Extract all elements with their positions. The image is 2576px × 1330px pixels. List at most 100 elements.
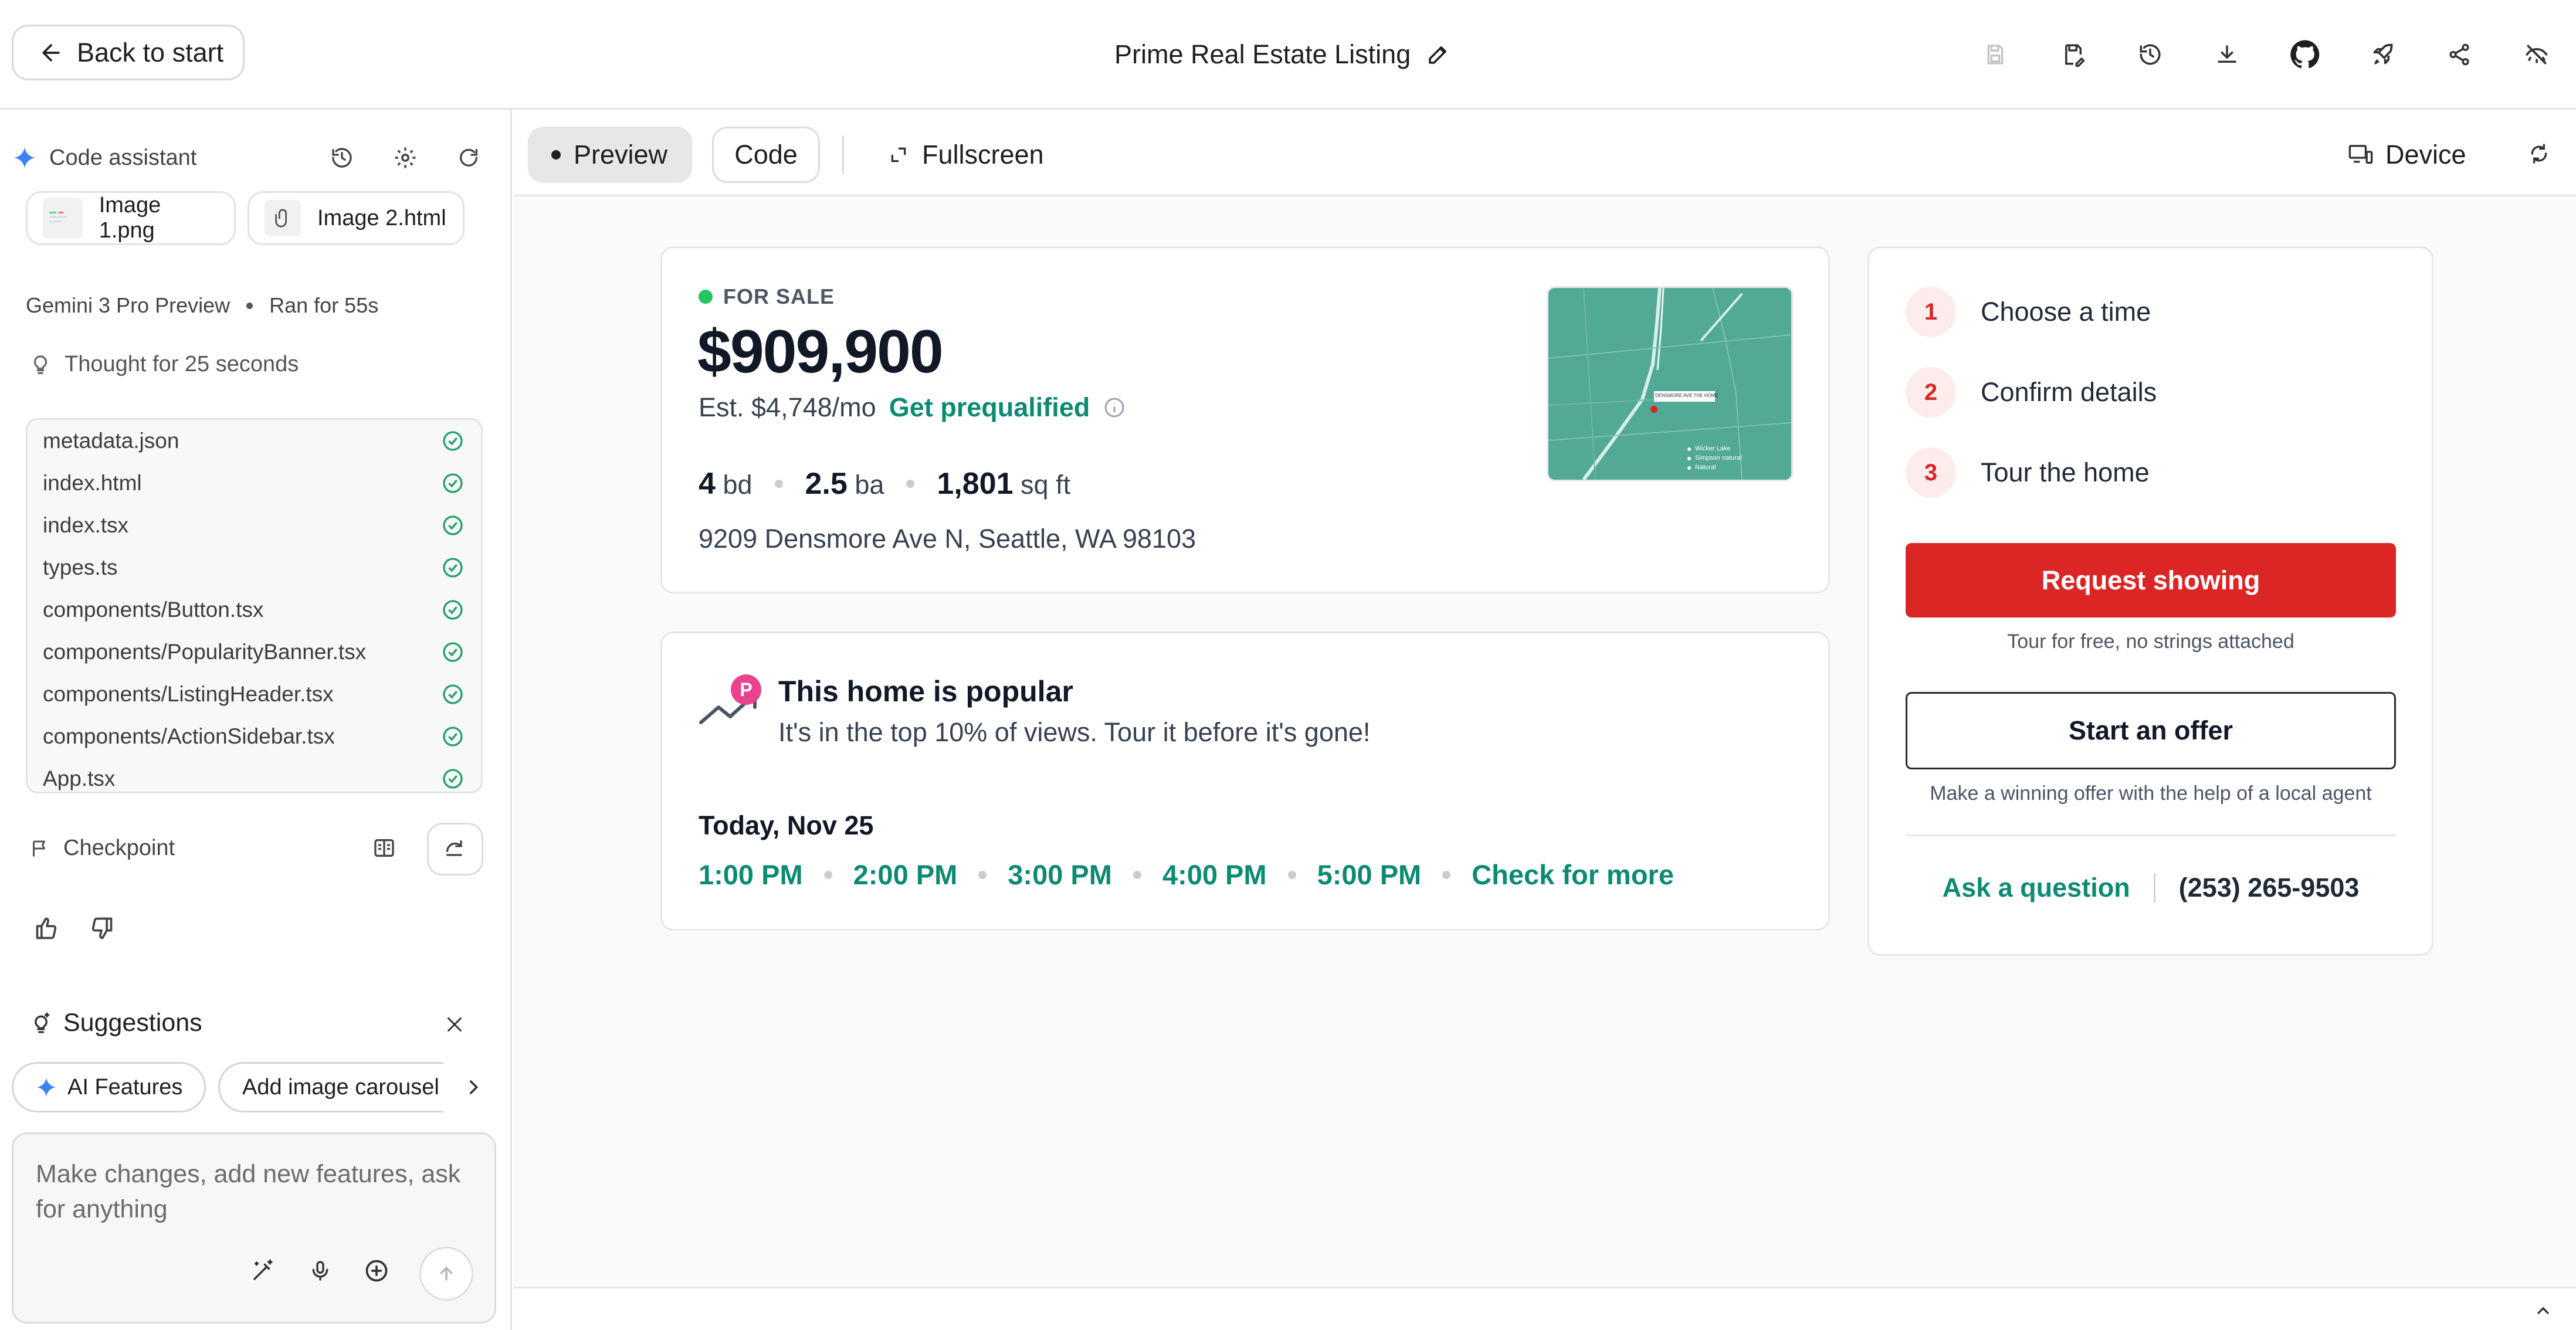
save-disabled-icon[interactable] bbox=[1975, 34, 2016, 75]
fullscreen-label: Fullscreen bbox=[922, 140, 1044, 169]
phone-number[interactable]: (253) 265-9503 bbox=[2179, 873, 2360, 903]
code-tab[interactable]: Code bbox=[712, 127, 820, 183]
prompt-composer[interactable]: Make changes, add new features, ask for … bbox=[12, 1132, 496, 1324]
microphone-icon[interactable] bbox=[301, 1251, 340, 1290]
bulb-sparkle-icon bbox=[29, 1012, 53, 1035]
hide-icon[interactable] bbox=[2516, 34, 2557, 75]
device-icon bbox=[2348, 143, 2374, 167]
back-to-start-button[interactable]: Back to start bbox=[12, 25, 245, 80]
code-label: Code bbox=[734, 140, 798, 169]
suggestion-label: Add image carousel bbox=[242, 1074, 439, 1100]
file-row[interactable]: index.html bbox=[28, 462, 481, 504]
est-payment: Est. $4,748/mo bbox=[699, 392, 876, 422]
download-icon[interactable] bbox=[2206, 34, 2248, 75]
listing-header-card: FOR SALE $909,900 Est. $4,748/mo Get pre… bbox=[660, 246, 1830, 593]
time-slot[interactable]: 2:00 PM bbox=[853, 859, 958, 891]
chevron-up-icon[interactable] bbox=[2530, 1298, 2556, 1324]
status-text: FOR SALE bbox=[723, 284, 835, 308]
step-number: 1 bbox=[1906, 287, 1956, 337]
file-name: types.ts bbox=[43, 555, 118, 579]
file-row[interactable]: types.ts bbox=[28, 547, 481, 589]
file-row[interactable]: components/PopularityBanner.tsx bbox=[28, 631, 481, 673]
add-circle-icon[interactable] bbox=[357, 1251, 396, 1290]
send-button[interactable] bbox=[419, 1247, 473, 1301]
beds-value: 4 bbox=[699, 467, 716, 501]
code-assistant-sidebar: Code assistant Image 1.png Image 2.html … bbox=[0, 110, 512, 1330]
check-circle-icon bbox=[441, 683, 465, 706]
attachment-name: Image 1.png bbox=[99, 193, 161, 243]
attachment-chip[interactable]: Image 2.html bbox=[248, 191, 465, 245]
restore-checkpoint-button[interactable] bbox=[427, 823, 483, 876]
active-dot bbox=[551, 150, 561, 160]
device-button[interactable]: Device bbox=[2348, 127, 2466, 183]
file-name: components/ListingHeader.tsx bbox=[43, 682, 334, 706]
device-label: Device bbox=[2385, 140, 2466, 169]
check-circle-icon bbox=[441, 640, 465, 664]
thumbs-up-icon[interactable] bbox=[28, 909, 66, 948]
thumbs-down-icon[interactable] bbox=[82, 909, 121, 948]
file-row[interactable]: App.tsx bbox=[28, 758, 481, 800]
facts-row: 4 bd 2.5 ba 1,801 sq ft bbox=[699, 466, 1070, 501]
suggestion-chip[interactable]: AI Features bbox=[12, 1062, 206, 1112]
time-slot[interactable]: 5:00 PM bbox=[1317, 859, 1422, 891]
fullscreen-icon bbox=[889, 145, 908, 164]
tour-time-slots: 1:00 PM 2:00 PM 3:00 PM 4:00 PM 5:00 PM … bbox=[699, 859, 1674, 891]
file-row[interactable]: metadata.json bbox=[28, 420, 481, 462]
save-to-drive-icon[interactable] bbox=[2053, 34, 2094, 75]
step-label: Choose a time bbox=[1981, 297, 2151, 327]
magic-wand-icon[interactable] bbox=[243, 1251, 282, 1290]
history-icon[interactable] bbox=[323, 138, 361, 177]
check-circle-icon bbox=[441, 429, 465, 453]
file-row[interactable]: components/Button.tsx bbox=[28, 589, 481, 631]
preview-tab[interactable]: Preview bbox=[528, 127, 692, 183]
model-name: Gemini 3 Pro Preview bbox=[26, 293, 231, 317]
baths-unit: ba bbox=[855, 470, 884, 500]
paperclip-icon bbox=[265, 200, 301, 236]
info-icon[interactable] bbox=[1103, 396, 1126, 419]
close-icon[interactable] bbox=[435, 1005, 474, 1044]
suggestion-chip[interactable]: Add image carousel bbox=[218, 1062, 443, 1112]
map-roads bbox=[1548, 288, 1791, 480]
code-assistant-label: Code assistant bbox=[49, 145, 197, 170]
attachment-chip[interactable]: Image 1.png bbox=[26, 191, 236, 245]
sparkle-icon bbox=[13, 146, 36, 169]
request-showing-button[interactable]: Request showing bbox=[1906, 543, 2396, 618]
view-toolbar: Preview Code Fullscreen Device bbox=[514, 110, 2576, 196]
time-slot[interactable]: 3:00 PM bbox=[1008, 859, 1112, 891]
thought-toggle[interactable]: Thought for 25 seconds bbox=[29, 352, 299, 377]
github-icon[interactable] bbox=[2284, 34, 2326, 75]
fullscreen-button[interactable]: Fullscreen bbox=[889, 127, 1044, 183]
deploy-rocket-icon[interactable] bbox=[2363, 34, 2404, 75]
file-name: App.tsx bbox=[43, 766, 116, 790]
file-name: index.tsx bbox=[43, 513, 129, 537]
gear-icon[interactable] bbox=[386, 138, 425, 177]
chevron-right-icon[interactable] bbox=[454, 1068, 493, 1107]
rotate-sync-icon[interactable] bbox=[2520, 134, 2558, 173]
checkpoint-label: Checkpoint bbox=[63, 836, 175, 860]
separator-dot bbox=[246, 302, 253, 309]
refresh-icon[interactable] bbox=[449, 138, 488, 177]
check-for-more-link[interactable]: Check for more bbox=[1472, 859, 1674, 891]
history-icon[interactable] bbox=[2130, 34, 2171, 75]
check-circle-icon bbox=[441, 598, 465, 622]
composer-placeholder: Make changes, add new features, ask for … bbox=[36, 1160, 461, 1223]
compare-diff-icon[interactable] bbox=[365, 829, 404, 867]
edit-title-pencil-icon[interactable] bbox=[1426, 42, 1450, 67]
start-offer-button[interactable]: Start an offer bbox=[1906, 692, 2396, 769]
get-prequalified-link[interactable]: Get prequalified bbox=[889, 392, 1090, 423]
top-bar: Back to start Prime Real Estate Listing bbox=[0, 0, 2576, 110]
share-icon[interactable] bbox=[2439, 34, 2480, 75]
time-slot[interactable]: 4:00 PM bbox=[1162, 859, 1267, 891]
payment-estimate-row: Est. $4,748/mo Get prequalified bbox=[699, 392, 1126, 423]
file-row[interactable]: components/ListingHeader.tsx bbox=[28, 673, 481, 715]
check-circle-icon bbox=[441, 514, 465, 537]
location-map[interactable]: DENSMORE AVE THE HOME Wicker Lake Simpso… bbox=[1547, 286, 1793, 481]
file-name: components/Button.tsx bbox=[43, 598, 264, 622]
suggestion-label: AI Features bbox=[67, 1074, 183, 1100]
time-slot[interactable]: 1:00 PM bbox=[699, 859, 803, 891]
file-row[interactable]: index.tsx bbox=[28, 504, 481, 547]
model-run-info: Gemini 3 Pro Preview Ran for 55s bbox=[26, 293, 378, 318]
file-row[interactable]: components/ActionSidebar.tsx bbox=[28, 715, 481, 758]
ask-question-link[interactable]: Ask a question bbox=[1943, 873, 2130, 903]
popular-badge: P bbox=[731, 674, 761, 705]
